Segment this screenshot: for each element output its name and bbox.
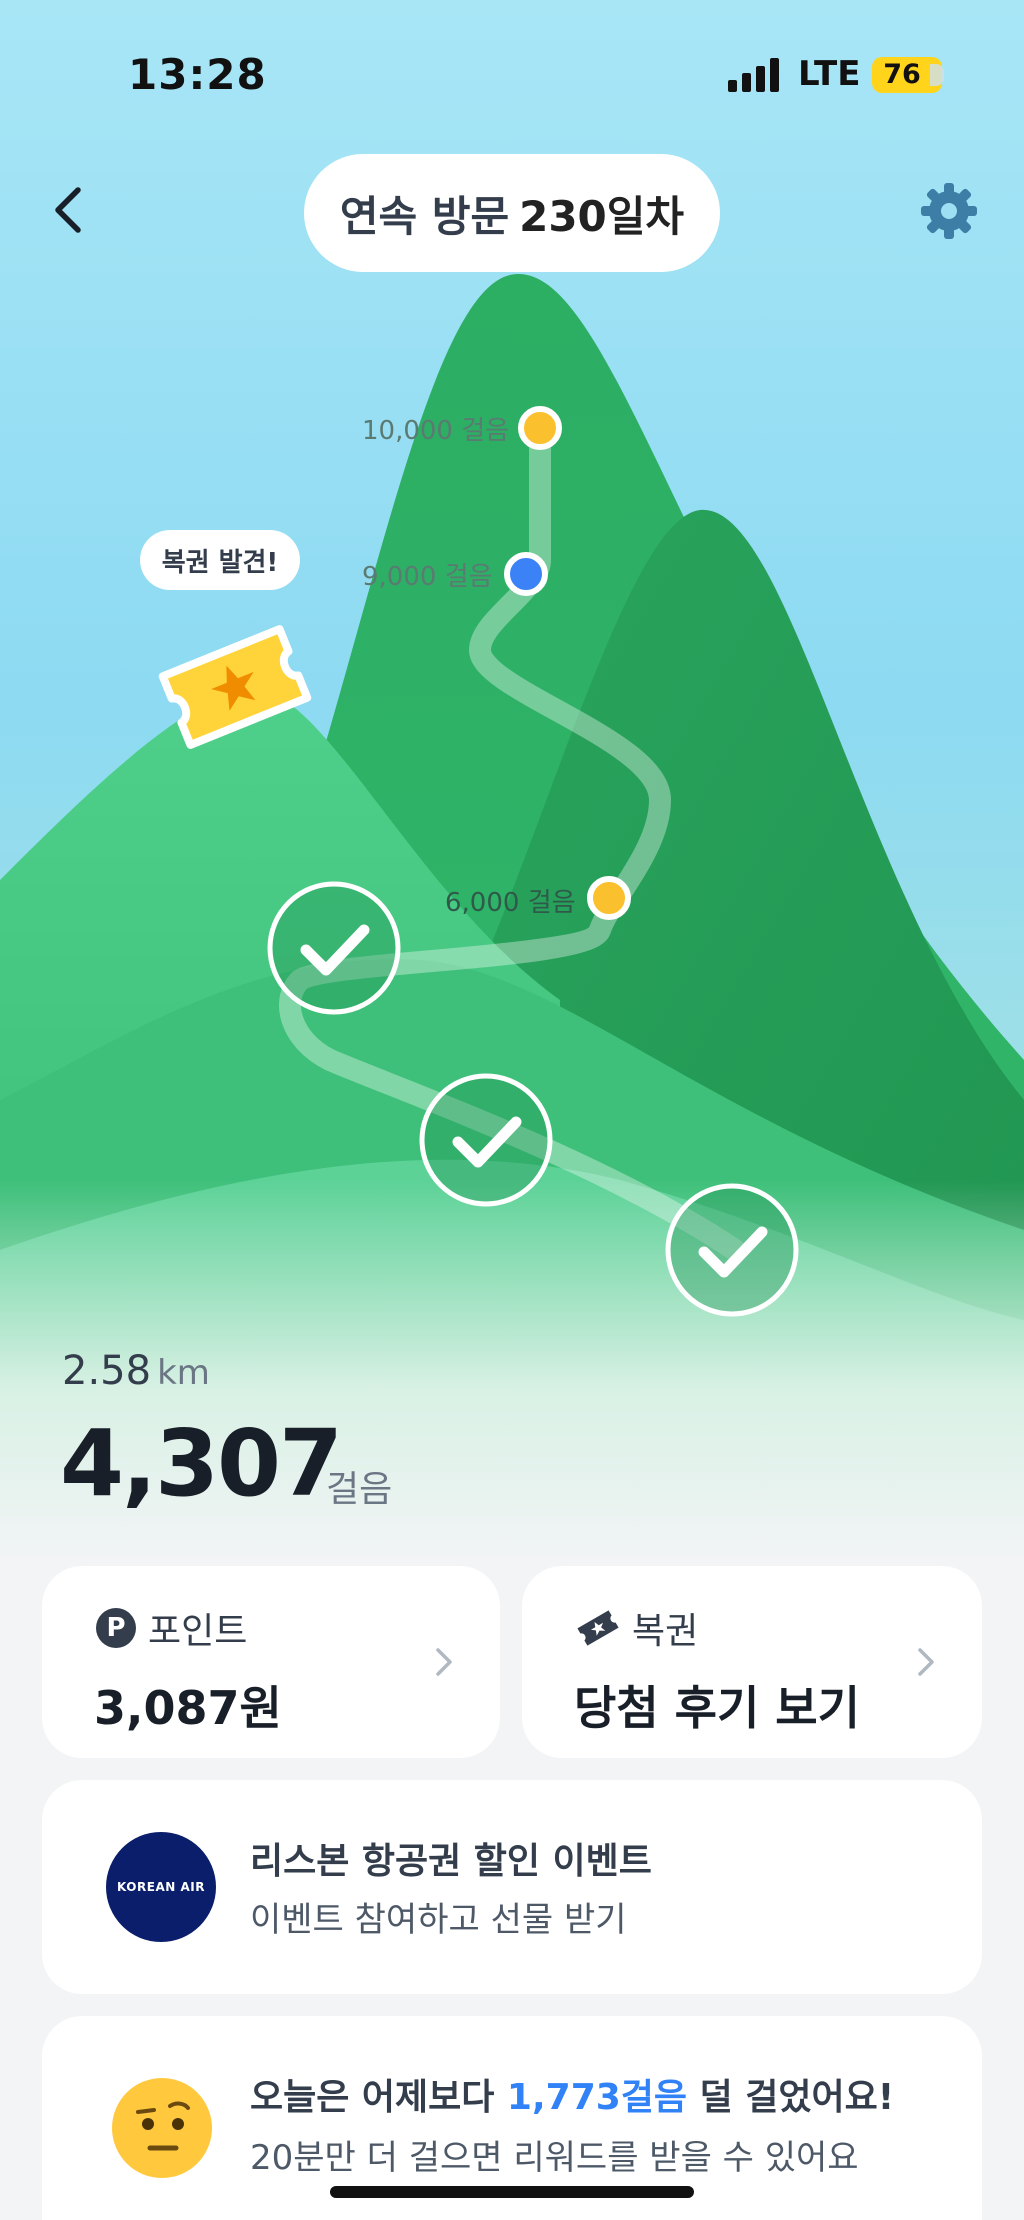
point-card[interactable]: P 포인트 3,087원 [42, 1566, 500, 1758]
steps-count: 4,307 [60, 1410, 343, 1517]
chevron-right-icon [436, 1648, 452, 1676]
comparison-steps-diff: 1,773걸음 [506, 2077, 688, 2118]
chevron-right-icon [918, 1648, 934, 1676]
event-card[interactable]: KOREAN AIR 리스본 항공권 할인 이벤트 이벤트 참여하고 선물 받기 [42, 1780, 982, 1994]
skeptical-face-icon [112, 2078, 212, 2178]
milestone-label-9000: 9,000 걸음 [362, 562, 493, 592]
event-title: 리스본 항공권 할인 이벤트 [250, 1841, 652, 1882]
point-title: 포인트 [148, 1611, 248, 1652]
visit-streak-label: 연속 방문 [339, 191, 510, 241]
lottery-title: 복권 [632, 1611, 699, 1652]
milestone-dot-6000 [587, 876, 631, 920]
checkpoint-complete-icon [419, 1073, 553, 1207]
ticket-icon [577, 1610, 619, 1646]
steps-unit: 걸음 [326, 1469, 393, 1510]
point-balance: 3,087원 [94, 1681, 282, 1735]
home-indicator[interactable] [330, 2186, 694, 2198]
chevron-left-icon[interactable] [40, 180, 100, 240]
checkpoint-complete-icon [665, 1183, 799, 1317]
comparison-suffix: 덜 걸었어요! [687, 2077, 895, 2118]
distance: 2.58 km [62, 1348, 210, 1394]
visit-streak-pill: 연속 방문 230일차 [304, 154, 720, 272]
lottery-reviews-link: 당첨 후기 보기 [574, 1681, 860, 1735]
lottery-card[interactable]: 복권 당첨 후기 보기 [522, 1566, 982, 1758]
checkpoint-complete-icon [267, 881, 401, 1015]
lottery-found-bubble[interactable]: 복권 발견! [140, 530, 300, 590]
battery-icon: 76 [872, 57, 944, 93]
korean-air-logo: KOREAN AIR [106, 1832, 216, 1942]
comparison-prefix: 오늘은 어제보다 [250, 2077, 507, 2118]
distance-value: 2.58 [62, 1348, 152, 1394]
reward-hint: 20분만 더 걸으면 리워드를 받을 수 있어요 [250, 2138, 859, 2178]
signal-icon [728, 58, 782, 92]
point-card-title: P 포인트 [96, 1602, 247, 1654]
p-point-icon: P [96, 1608, 136, 1648]
lottery-card-title: 복권 [576, 1602, 698, 1654]
network-type: LTE [798, 54, 861, 94]
milestone-dot-9000 [504, 552, 548, 596]
battery-level: 76 [883, 59, 921, 90]
event-subtitle: 이벤트 참여하고 선물 받기 [250, 1900, 627, 1940]
milestone-label-6000: 6,000 걸음 [445, 888, 576, 918]
status-time: 13:28 [128, 50, 267, 99]
milestone-label-10000: 10,000 걸음 [362, 416, 510, 446]
gear-icon[interactable] [918, 180, 980, 242]
milestone-dot-10000 [518, 406, 562, 450]
comparison-text: 오늘은 어제보다 1,773걸음 덜 걸었어요! [250, 2068, 894, 2120]
logo-text: KOREAN AIR [117, 1880, 205, 1894]
distance-unit: km [157, 1353, 210, 1393]
lottery-ticket-star-icon[interactable] [150, 612, 320, 762]
visit-streak-days: 230일차 [519, 191, 685, 241]
